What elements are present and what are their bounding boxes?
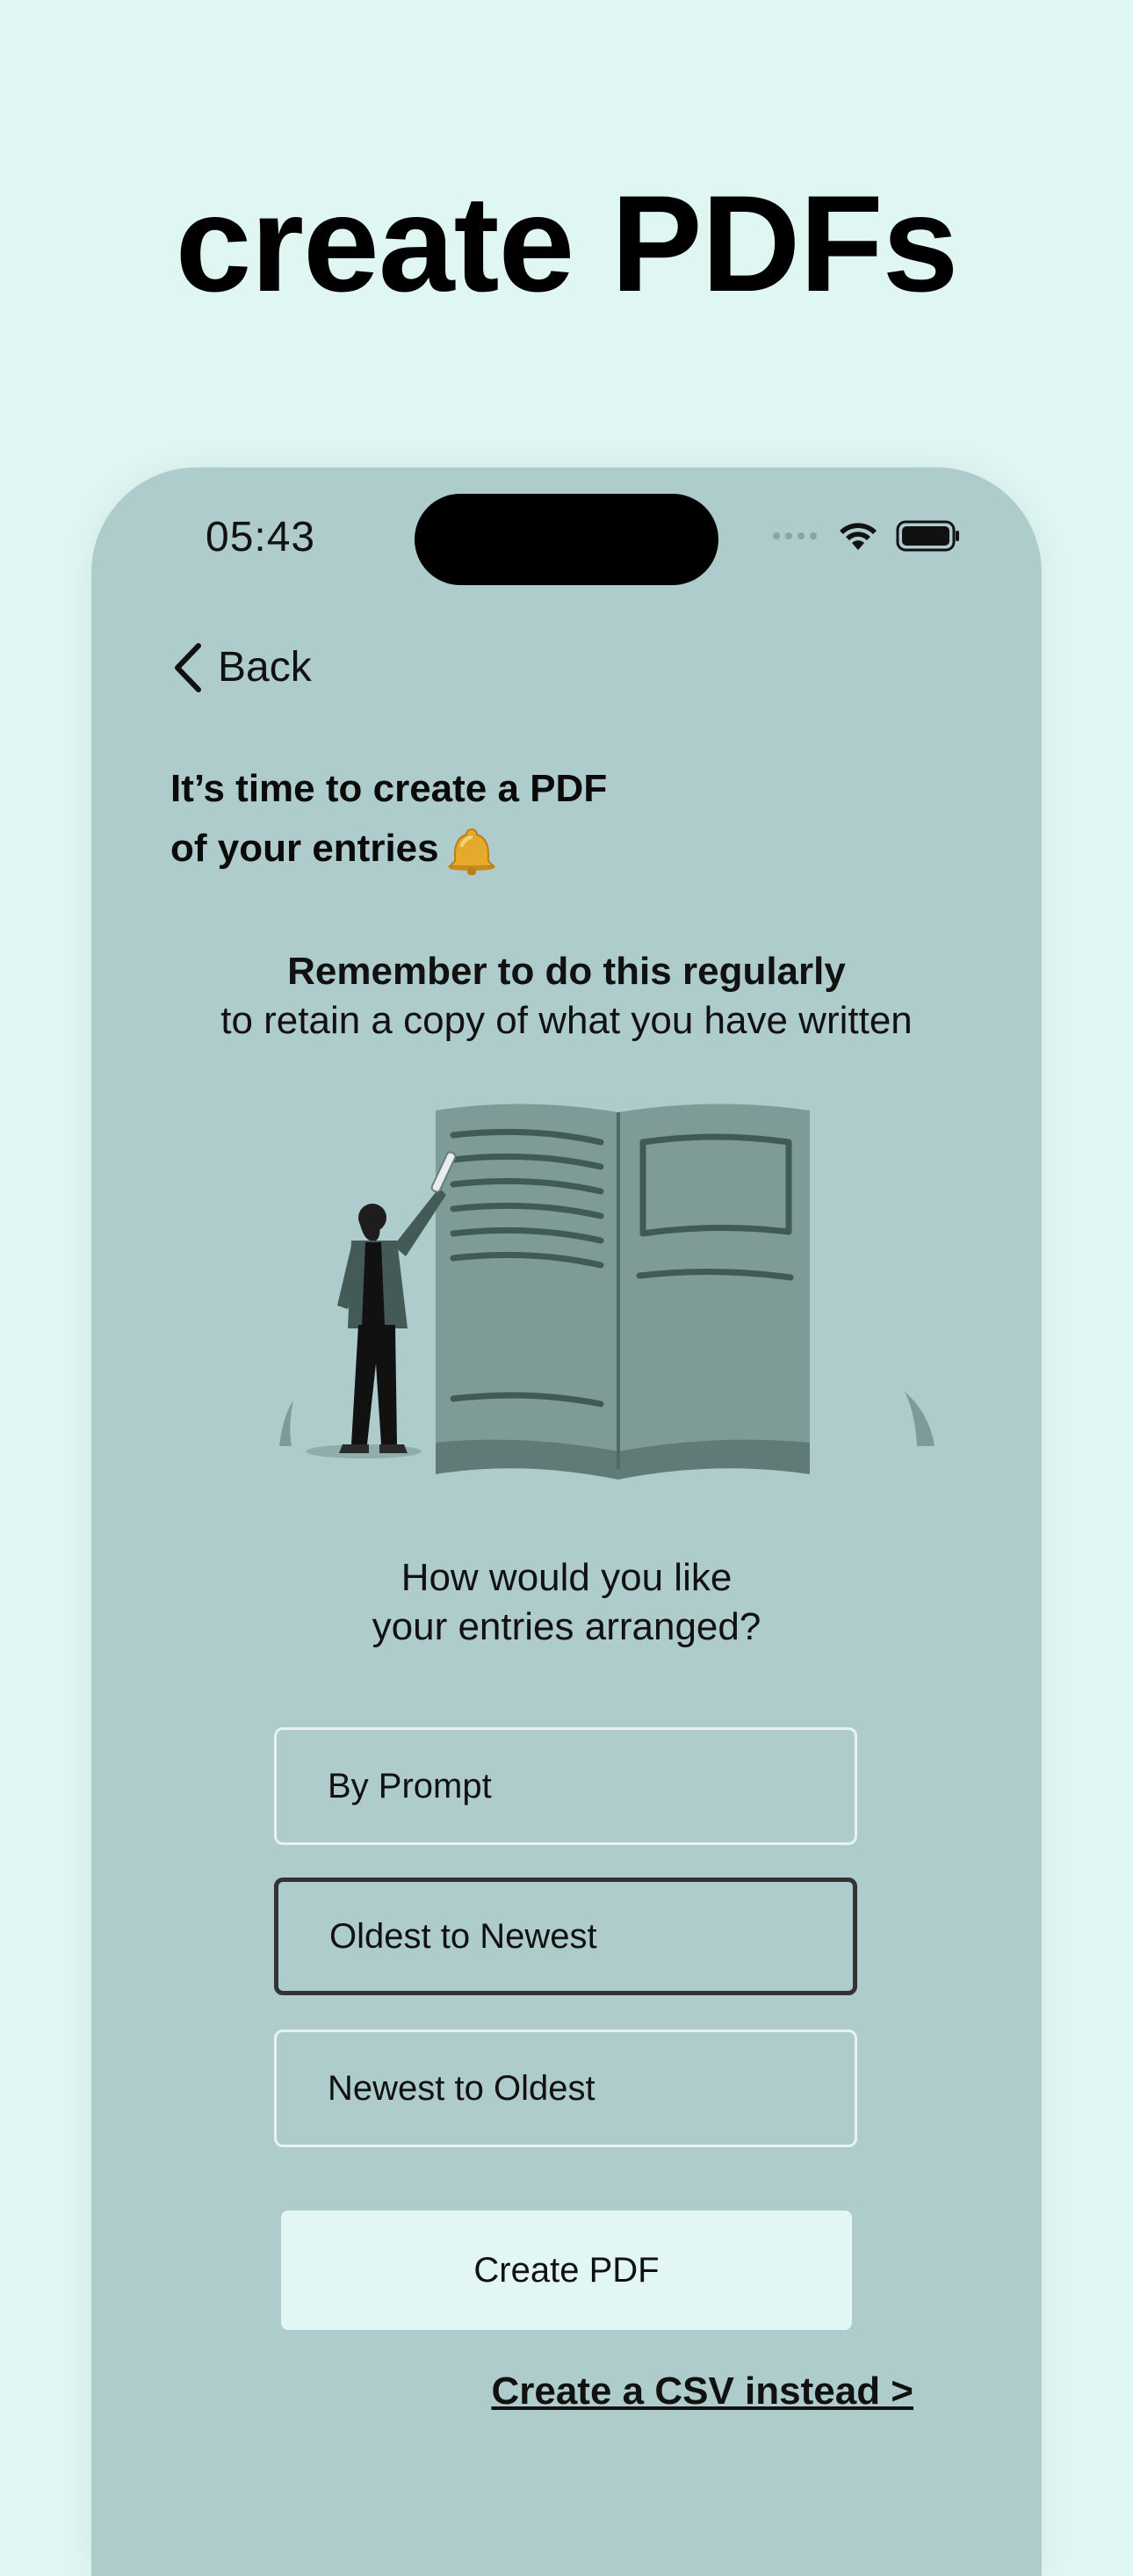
dynamic-island xyxy=(415,494,718,585)
reminder-block: Remember to do this regularly to retain … xyxy=(91,947,1042,1046)
phone-screen: 05:43 Back It’s time to create a PDF of … xyxy=(91,467,1042,2576)
intro-title: It’s time to create a PDF of your entrie… xyxy=(170,759,785,879)
marketing-headline: create PDFs xyxy=(175,168,959,321)
question-line2: your entries arranged? xyxy=(372,1605,761,1648)
back-button[interactable]: Back xyxy=(170,633,312,703)
intro-title-line2-text: of your entries xyxy=(170,827,439,870)
intro-title-line1: It’s time to create a PDF xyxy=(170,767,608,810)
reminder-heading: Remember to do this regularly xyxy=(287,950,846,993)
create-pdf-button[interactable]: Create PDF xyxy=(281,2211,852,2330)
intro-title-line2: of your entries xyxy=(170,819,785,879)
question-line1: How would you like xyxy=(401,1556,732,1599)
reminder-subtext: to retain a copy of what you have writte… xyxy=(220,999,913,1042)
create-csv-link[interactable]: Create a CSV instead > xyxy=(491,2365,913,2418)
signal-icon xyxy=(773,532,817,539)
battery-icon xyxy=(896,520,959,552)
option-newest-to-oldest[interactable]: Newest to Oldest xyxy=(274,2030,857,2147)
status-time: 05:43 xyxy=(206,514,316,561)
arrangement-question: How would you like your entries arranged… xyxy=(91,1553,1042,1652)
book-illustration xyxy=(279,1103,935,1480)
option-by-prompt[interactable]: By Prompt xyxy=(274,1727,857,1845)
wifi-icon xyxy=(840,523,877,550)
option-oldest-to-newest[interactable]: Oldest to Newest xyxy=(274,1878,857,1995)
bell-icon xyxy=(447,829,496,876)
status-icons xyxy=(771,517,961,555)
back-label: Back xyxy=(218,644,312,691)
chevron-left-icon xyxy=(175,643,201,692)
